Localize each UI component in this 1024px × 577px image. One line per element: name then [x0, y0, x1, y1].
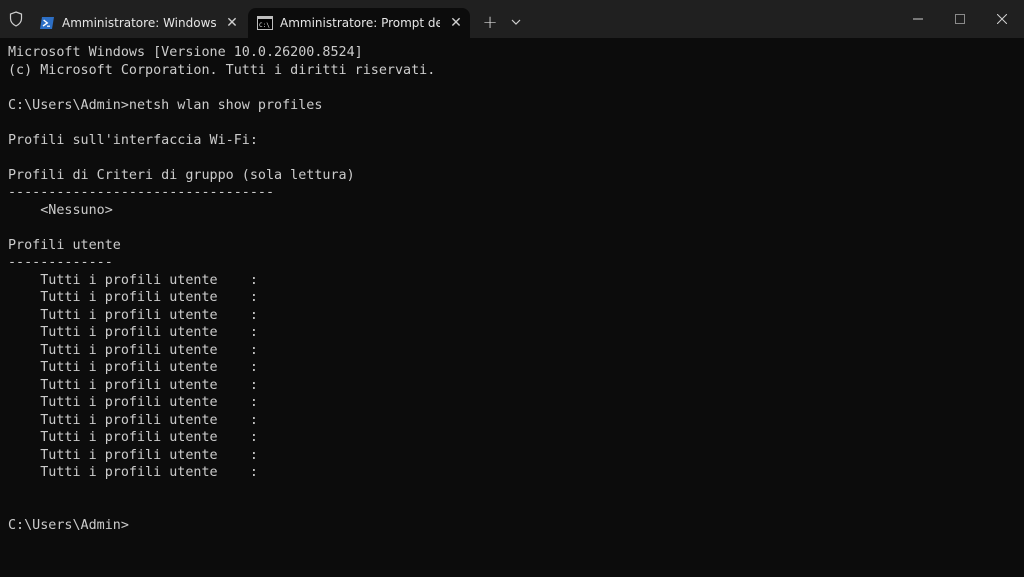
- powershell-icon: [39, 15, 55, 31]
- tab-cmd-title: Amministratore: Prompt dei comandi: [280, 16, 440, 30]
- svg-text:C:\: C:\: [259, 22, 270, 29]
- shield-icon: [6, 9, 26, 29]
- terminal-window: Amministratore: Windows PowerShell ✕ C:\…: [0, 0, 1024, 577]
- new-tab-button[interactable]: +: [478, 10, 502, 34]
- close-window-button[interactable]: [979, 0, 1024, 38]
- tab-powershell-title: Amministratore: Windows PowerShell: [62, 16, 216, 30]
- terminal-line: Tutti i profili utente :: [8, 342, 258, 358]
- terminal-line: ---------------------------------: [8, 185, 275, 200]
- terminal-line: C:\Users\Admin>netsh wlan show profiles: [8, 97, 323, 113]
- terminal-line: Tutti i profili utente :: [8, 272, 258, 288]
- tab-cmd[interactable]: C:\ Amministratore: Prompt dei comandi ✕: [248, 8, 470, 38]
- maximize-button[interactable]: [937, 0, 983, 38]
- maximize-icon: [955, 14, 965, 24]
- terminal-line: -------------: [8, 255, 113, 270]
- terminal-line: Tutti i profili utente :: [8, 307, 258, 323]
- terminal-line: (c) Microsoft Corporation. Tutti i dirit…: [8, 62, 436, 78]
- terminal-line: Tutti i profili utente :: [8, 430, 258, 445]
- chevron-down-icon[interactable]: [505, 10, 527, 34]
- terminal-line: Tutti i profili utente :: [8, 290, 258, 305]
- tab-powershell[interactable]: Amministratore: Windows PowerShell ✕: [30, 8, 246, 38]
- terminal-line: C:\Users\Admin>: [8, 517, 129, 533]
- terminal-line: Tutti i profili utente :: [8, 395, 258, 410]
- minimize-button[interactable]: [895, 0, 941, 38]
- close-tab-powershell-icon[interactable]: ✕: [222, 13, 242, 33]
- minimize-icon: [913, 18, 923, 20]
- terminal-output[interactable]: Microsoft Windows [Versione 10.0.26200.8…: [8, 44, 1016, 564]
- terminal-line: Microsoft Windows [Versione 10.0.26200.8…: [8, 45, 363, 60]
- terminal-line: Tutti i profili utente :: [8, 360, 258, 375]
- close-tab-cmd-icon[interactable]: ✕: [446, 13, 466, 33]
- terminal-line: Tutti i profili utente :: [8, 325, 258, 340]
- terminal-line: Tutti i profili utente :: [8, 465, 258, 480]
- terminal-line: Profili sull'interfaccia Wi-Fi:: [8, 132, 258, 148]
- terminal-line: Tutti i profili utente :: [8, 447, 258, 463]
- terminal-line: Profili di Criteri di gruppo (sola lettu…: [8, 167, 355, 183]
- close-icon: [997, 14, 1007, 24]
- terminal-line: Tutti i profili utente :: [8, 377, 258, 393]
- terminal-line: <Nessuno>: [8, 202, 113, 218]
- tab-bar: Amministratore: Windows PowerShell ✕ C:\…: [0, 0, 1024, 38]
- terminal-line: Profili utente: [8, 237, 121, 253]
- terminal-line: Tutti i profili utente :: [8, 412, 258, 428]
- cmd-icon: C:\: [257, 15, 273, 31]
